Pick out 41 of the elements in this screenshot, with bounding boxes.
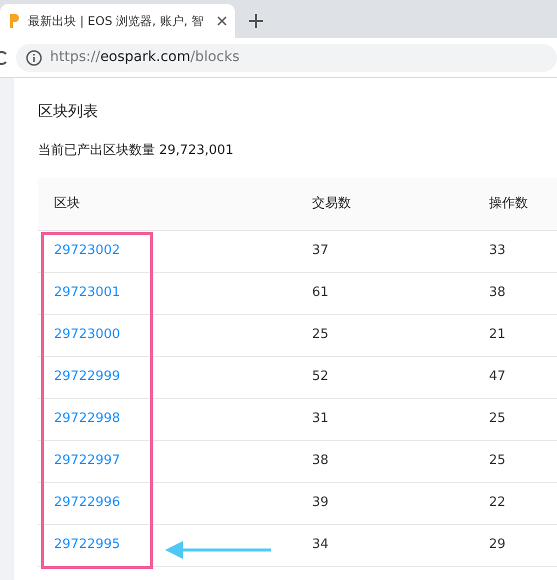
- block-link[interactable]: 29722999: [54, 369, 120, 384]
- address-bar[interactable]: https://eospark.com/blocks: [16, 44, 557, 72]
- column-header: 区块: [54, 196, 80, 211]
- table-cell: 34: [312, 537, 329, 552]
- block-link[interactable]: 29722996: [54, 495, 120, 510]
- reload-icon[interactable]: [0, 50, 8, 66]
- block-link[interactable]: 29722997: [54, 453, 120, 468]
- table-cell: 33: [489, 243, 506, 258]
- table-cell: 47: [489, 369, 506, 384]
- url-path: /blocks: [190, 49, 240, 65]
- column-header: 交易数: [312, 196, 351, 211]
- block-link[interactable]: 29723001: [54, 285, 120, 300]
- table-cell: 37: [312, 243, 329, 258]
- block-link[interactable]: 29722995: [54, 537, 120, 552]
- url-host: eospark.com: [100, 49, 190, 65]
- arrow-icon: [163, 538, 273, 560]
- table-cell: 25: [312, 327, 329, 342]
- block-link[interactable]: 29723000: [54, 327, 120, 342]
- column-header: 操作数: [489, 196, 528, 211]
- browser-tab[interactable]: 最新出块 | EOS 浏览器, 账户, 智: [0, 4, 235, 38]
- url-scheme: https://: [50, 49, 100, 65]
- table-cell: 39: [312, 495, 329, 510]
- table-cell: 29: [489, 537, 506, 552]
- new-tab-icon[interactable]: [249, 14, 263, 28]
- page-title: 区块列表: [38, 101, 99, 122]
- table-cell: 21: [489, 327, 506, 342]
- table-cell: 25: [489, 411, 506, 426]
- close-icon[interactable]: [217, 16, 227, 26]
- site-logo-icon: [8, 13, 20, 29]
- table-cell: 61: [312, 285, 329, 300]
- table-cell: 25: [489, 453, 506, 468]
- block-link[interactable]: 29722998: [54, 411, 120, 426]
- info-icon: [26, 50, 42, 66]
- table-cell: 52: [312, 369, 329, 384]
- table-cell: 38: [489, 285, 506, 300]
- block-link[interactable]: 29723002: [54, 243, 120, 258]
- table-cell: 38: [312, 453, 329, 468]
- block-count-text: 当前已产出区块数量 29,723,001: [38, 142, 235, 160]
- table-cell: 22: [489, 495, 506, 510]
- tab-title: 最新出块 | EOS 浏览器, 账户, 智: [28, 13, 204, 30]
- table-cell: 31: [312, 411, 329, 426]
